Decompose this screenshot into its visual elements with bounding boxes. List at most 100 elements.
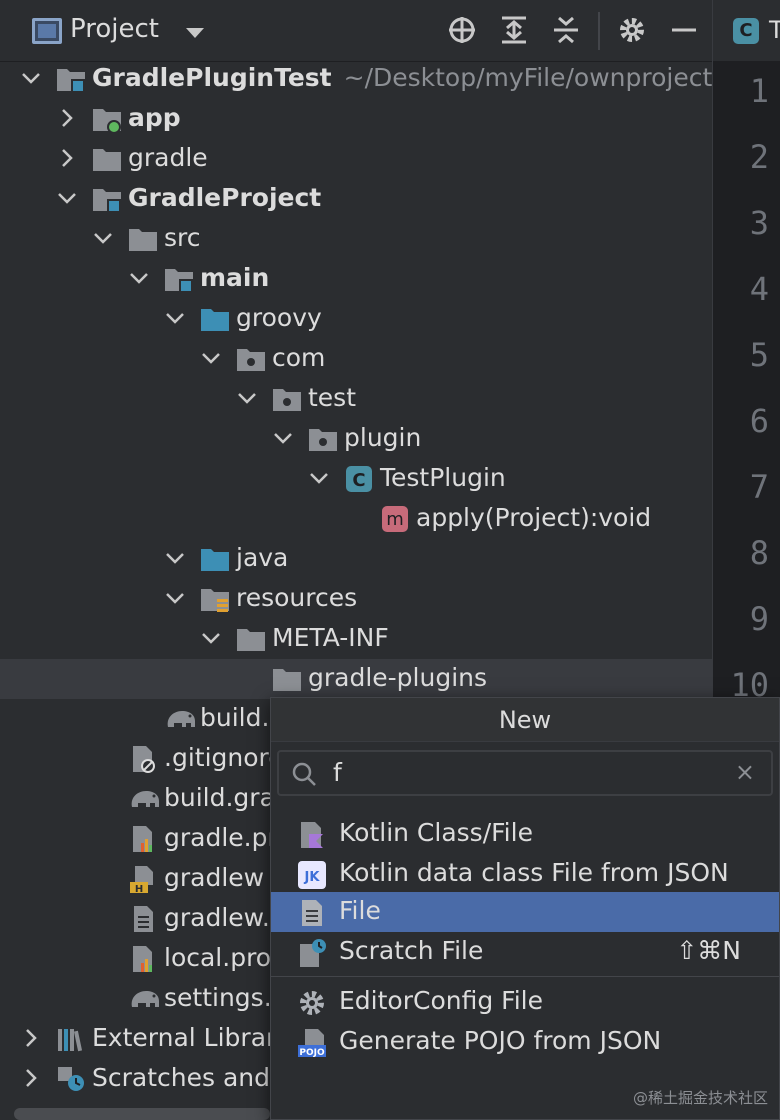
chevron-down-icon[interactable] [200,347,222,369]
chevron-down-icon[interactable] [128,267,150,289]
properties-file-icon [128,945,158,973]
folder-icon [236,625,266,653]
folder-icon [128,225,158,253]
project-view-title[interactable]: Project [70,14,159,44]
folder-icon [272,665,302,693]
scratches-icon [56,1065,86,1093]
chevron-down-icon[interactable] [164,307,186,329]
tree-item-apply-method[interactable]: m apply(Project):void [0,499,712,539]
tree-item-resources[interactable]: resources [0,579,712,619]
class-icon: C [733,18,759,44]
scratch-file-icon [297,938,327,968]
tree-item-main[interactable]: main [0,259,712,299]
text-file-icon [128,905,158,933]
svg-text:m: m [386,509,404,530]
chevron-down-icon[interactable] [200,627,222,649]
locate-icon[interactable] [446,14,478,46]
tree-item-label: gradlew [164,863,265,892]
tree-item-label: resources [236,583,358,612]
tree-item-java[interactable]: java [0,539,712,579]
module-folder-icon [56,65,86,93]
tree-item-label: GradleProject [128,183,322,212]
tree-item-label: plugin [344,423,422,452]
chevron-down-icon[interactable] [164,587,186,609]
tree-item-label: gradle-plugins [308,663,488,692]
popup-search-field[interactable]: f × [277,750,773,796]
chevron-right-icon[interactable] [56,147,78,169]
watermark: @稀土掘金技术社区 [632,1089,768,1107]
expand-all-icon[interactable] [498,14,530,46]
collapse-all-icon[interactable] [550,14,582,46]
editor-tab-label: T [769,16,780,44]
tree-item-label: java [236,543,289,572]
menu-item-label: EditorConfig File [339,986,543,1015]
toolbar-divider [598,12,600,50]
source-folder-icon [200,545,230,573]
menu-item-generate-pojo[interactable]: POJO Generate POJO from JSON [271,1022,779,1062]
app-module-icon [92,105,122,134]
gradle-elephant-icon [128,785,159,813]
search-input[interactable]: f [333,758,342,787]
tree-item-plugin[interactable]: plugin [0,419,712,459]
chevron-down-icon[interactable] [164,547,186,569]
tree-item-meta-inf[interactable]: META-INF [0,619,712,659]
gear-icon[interactable] [616,14,648,46]
chevron-down-icon[interactable] [236,387,258,409]
chevron-right-icon[interactable] [20,1027,42,1049]
module-folder-icon [92,185,122,213]
chevron-down-icon[interactable] [272,427,294,449]
line-number: 9 [749,600,769,638]
properties-file-icon [128,825,158,853]
line-number: 4 [749,270,769,308]
tree-item-label: External Librari [92,1023,284,1052]
menu-item-kotlin-data-class-json[interactable]: JK Kotlin data class File from JSON [271,854,779,894]
chevron-down-icon[interactable] [56,187,78,209]
root-path: ~/Desktop/myFile/ownproject/Gr [343,63,751,92]
project-view-icon[interactable] [32,18,62,44]
tree-item-gradleproject[interactable]: GradleProject [0,179,712,219]
menu-item-kotlin-class-file[interactable]: Kotlin Class/File [271,814,779,854]
menu-item-file[interactable]: File [271,892,779,932]
line-number: 1 [749,72,769,110]
menu-item-scratch-file[interactable]: Scratch File ⇧⌘N [271,932,779,972]
tree-item-testplugin[interactable]: C TestPlugin [0,459,712,499]
tree-item-label: TestPlugin [380,463,506,492]
tree-item-app[interactable]: app [0,99,712,139]
tree-item-label: META-INF [272,623,389,652]
tree-item-gradle[interactable]: gradle [0,139,712,179]
hide-icon[interactable] [668,14,700,46]
line-number: 7 [749,468,769,506]
chevron-down-icon[interactable] [92,227,114,249]
line-number: 6 [749,402,769,440]
chevron-down-icon[interactable] [20,67,42,89]
gradlew-file-icon: H [128,865,158,895]
editor-tab[interactable]: C T [713,0,780,62]
package-icon [272,385,302,413]
tree-item-groovy[interactable]: groovy [0,299,712,339]
chevron-right-icon[interactable] [20,1067,42,1089]
svg-text:POJO: POJO [299,1048,325,1058]
popup-title: New [271,698,779,742]
menu-item-label: File [339,896,381,925]
menu-item-label: Generate POJO from JSON [339,1026,662,1055]
root-name: GradlePluginTest [92,63,332,92]
chevron-down-icon[interactable] [308,467,330,489]
menu-item-editorconfig-file[interactable]: EditorConfig File [271,982,779,1022]
clear-icon[interactable]: × [735,758,755,786]
class-icon: C [344,465,374,493]
svg-text:H: H [135,884,143,893]
tree-item-com[interactable]: com [0,339,712,379]
svg-text:JK: JK [304,870,321,885]
tree-item-label: apply(Project):void [416,503,652,532]
kotlin-json-icon: JK [297,860,327,890]
search-icon [291,761,317,787]
horizontal-scrollbar[interactable] [14,1108,270,1120]
chevron-right-icon[interactable] [56,107,78,129]
tree-item-label: main [200,263,270,292]
line-number: 2 [749,138,769,176]
tree-item-test[interactable]: test [0,379,712,419]
chevron-down-icon[interactable] [186,28,204,38]
tree-item-gradle-plugins[interactable]: gradle-plugins [0,659,712,699]
tree-root-gradleplugintest[interactable]: GradlePluginTest ~/Desktop/myFile/ownproj… [0,59,750,99]
tree-item-src[interactable]: src [0,219,712,259]
